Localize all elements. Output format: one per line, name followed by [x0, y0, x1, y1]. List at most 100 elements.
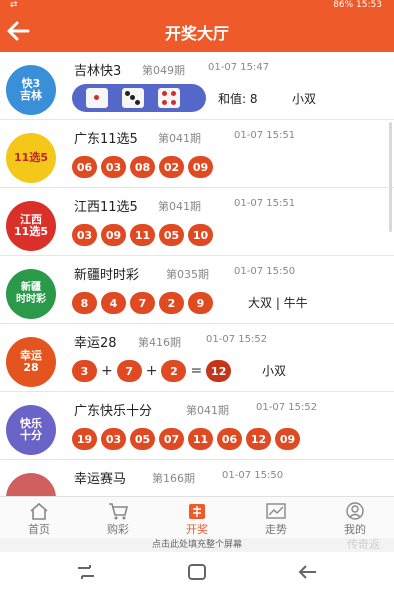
- ball: 08: [130, 156, 155, 178]
- scrollbar[interactable]: [389, 122, 392, 232]
- lottery-period: 第041期: [186, 404, 229, 417]
- lottery-logo: 11选5: [6, 133, 56, 183]
- lottery-logo: 幸运 28: [6, 337, 56, 387]
- lottery-list[interactable]: 快3 吉林 吉林快3 第049期 01-07 15:47 和值: 8 小双 11…: [0, 52, 394, 496]
- lottery-item-gd-11x5[interactable]: 11选5 广东11选5 第041期 01-07 15:51 06 03 08 0…: [0, 120, 394, 188]
- ball: 19: [72, 428, 97, 450]
- tab-label: 购彩: [107, 523, 129, 536]
- logo-label: 幸运 28: [20, 349, 42, 374]
- status-left: ⇄: [10, 0, 18, 10]
- ball: 02: [159, 156, 184, 178]
- lottery-period: 第049期: [142, 64, 185, 77]
- logo-label: 江西 11选5: [14, 213, 48, 238]
- trend-icon: [266, 503, 286, 519]
- draw-balls: 19 03 05 07 11 06 12 09: [72, 426, 304, 452]
- draw-balls: 06 03 08 02 09: [72, 154, 217, 180]
- dice-result: [72, 84, 206, 112]
- ball: 2: [161, 360, 187, 382]
- ball: 4: [101, 292, 126, 314]
- lottery-name: 新疆时时彩: [74, 268, 140, 283]
- back-button-icon[interactable]: [296, 562, 320, 582]
- ball: 09: [188, 156, 213, 178]
- lottery-item-xj-ssc[interactable]: 新疆 时时彩 新疆时时彩 第035期 01-07 15:50 8 4 7 2 9…: [0, 256, 394, 324]
- page-title: 开奖大厅: [164, 24, 229, 43]
- ball: 7: [130, 292, 155, 314]
- ball: 09: [101, 224, 126, 246]
- lottery-name: 幸运28: [74, 336, 117, 351]
- ball: 11: [130, 224, 155, 246]
- lottery-draw-icon: [189, 504, 205, 519]
- lottery-logo: [6, 473, 56, 496]
- ball: 7: [116, 360, 142, 382]
- lottery-name: 江西11选5: [74, 200, 138, 215]
- lottery-period: 第416期: [138, 336, 181, 349]
- tab-home[interactable]: 首页: [0, 497, 78, 539]
- home-icon: [30, 502, 48, 520]
- tab-label: 走势: [265, 523, 287, 536]
- ball: 05: [130, 428, 155, 450]
- tab-draw[interactable]: 开奖: [158, 497, 236, 539]
- status-right: 86% 15:53: [333, 0, 382, 10]
- lottery-item-gd-kl10[interactable]: 快乐 十分 广东快乐十分 第041期 01-07 15:52 19 03 05 …: [0, 392, 394, 460]
- lottery-item-xy28[interactable]: 幸运 28 幸运28 第416期 01-07 15:52 3 + 7 + 2 =…: [0, 324, 394, 392]
- hint-text: 点击此处填充整个屏幕: [151, 540, 242, 550]
- tab-buy[interactable]: 购彩: [79, 497, 157, 539]
- lottery-logo: 江西 11选5: [6, 201, 56, 251]
- die-3-icon: [122, 88, 144, 108]
- ball: 10: [188, 224, 213, 246]
- tab-label: 我的: [344, 523, 366, 536]
- lottery-logo: 快乐 十分: [6, 405, 56, 455]
- lottery-item-xy-horse[interactable]: 幸运赛马 第166期 01-07 15:50: [0, 460, 394, 496]
- ball: 03: [101, 428, 126, 450]
- lottery-time: 01-07 15:51: [234, 130, 296, 141]
- draw-balls: 03 09 11 05 10: [72, 222, 217, 248]
- lottery-name: 广东11选5: [74, 132, 138, 147]
- tab-label: 首页: [28, 523, 50, 536]
- logo-label: 新疆 时时彩: [16, 282, 46, 305]
- home-button-icon[interactable]: [185, 562, 209, 582]
- result-tag: 小双: [292, 92, 317, 106]
- lottery-name: 吉林快3: [74, 64, 122, 79]
- lottery-logo: 新疆 时时彩: [6, 269, 56, 319]
- lottery-period: 第041期: [158, 200, 201, 213]
- ball: 07: [159, 428, 184, 450]
- profile-icon: [346, 502, 364, 520]
- lottery-item-jilin-k3[interactable]: 快3 吉林 吉林快3 第049期 01-07 15:47 和值: 8 小双: [0, 52, 394, 120]
- logo-label: 快3 吉林: [20, 77, 42, 102]
- bottom-tab-bar: 首页 购彩 开奖 走势 我的: [0, 496, 394, 538]
- app-header: 开奖大厅: [0, 10, 394, 52]
- plus-sign: +: [145, 363, 158, 379]
- lottery-time: 01-07 15:50: [222, 470, 284, 481]
- fullscreen-hint[interactable]: 点击此处填充整个屏幕 传奇返: [0, 538, 394, 552]
- lottery-logo: 快3 吉林: [6, 65, 56, 115]
- lottery-item-jx-11x5[interactable]: 江西 11选5 江西11选5 第041期 01-07 15:51 03 09 1…: [0, 188, 394, 256]
- lottery-time: 01-07 15:47: [208, 62, 270, 73]
- result-tag: 小双: [262, 364, 287, 378]
- logo-label: 11选5: [14, 151, 48, 164]
- ball: 06: [217, 428, 242, 450]
- ball: 06: [72, 156, 97, 178]
- tab-mine[interactable]: 我的: [316, 497, 394, 539]
- ball: 9: [188, 292, 213, 314]
- lottery-name: 广东快乐十分: [74, 404, 153, 419]
- draw-balls: 8 4 7 2 9: [72, 290, 217, 316]
- status-bar: ⇄ 86% 15:53: [0, 0, 394, 10]
- lottery-time: 01-07 15:52: [256, 402, 318, 413]
- lottery-period: 第166期: [152, 472, 195, 485]
- recent-apps-icon[interactable]: [74, 562, 98, 582]
- tab-label: 开奖: [186, 523, 208, 536]
- sum-value: 和值: 8: [218, 92, 258, 106]
- ball: 03: [101, 156, 126, 178]
- tab-trend[interactable]: 走势: [237, 497, 315, 539]
- lottery-period: 第041期: [158, 132, 201, 145]
- cart-icon: [109, 503, 129, 520]
- draw-balls: 3 + 7 + 2 = 12: [72, 358, 235, 384]
- lottery-time: 01-07 15:51: [234, 198, 296, 209]
- ball: 12: [246, 428, 271, 450]
- ball: 2: [159, 292, 184, 314]
- die-1-icon: [86, 88, 108, 108]
- logo-label: 快乐 十分: [20, 417, 42, 442]
- lottery-period: 第035期: [166, 268, 209, 281]
- result-tag: 大双 | 牛牛: [248, 296, 308, 310]
- ball: 05: [159, 224, 184, 246]
